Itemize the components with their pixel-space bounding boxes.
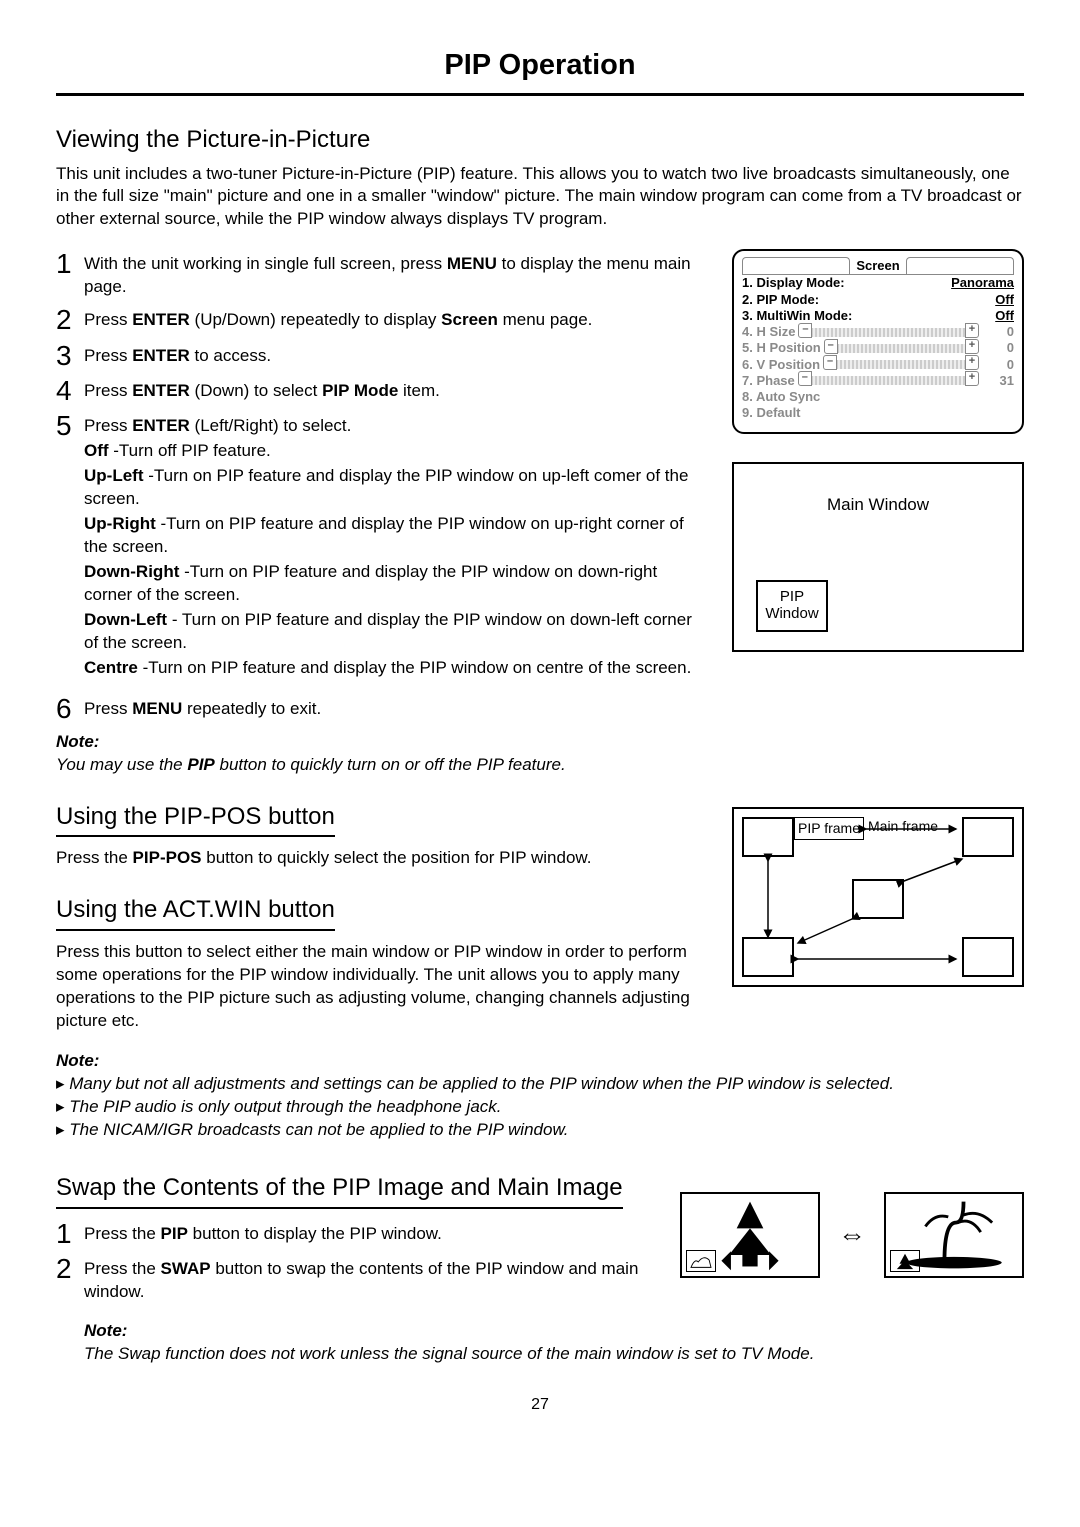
- swap-pip-thumb: [686, 1250, 716, 1272]
- swap-diagram: ⇔: [680, 1192, 1024, 1278]
- pip-slot-bl: [742, 937, 794, 977]
- main-window-label: Main Window: [734, 494, 1022, 517]
- osd-row: 3. MultiWin Mode:Off: [742, 308, 1014, 324]
- note-heading: Note:: [84, 1320, 1024, 1343]
- osd-screen-menu: Screen 1. Display Mode:Panorama2. PIP Mo…: [732, 249, 1024, 433]
- swap-pip-thumb: [890, 1250, 920, 1272]
- step-number: 4: [56, 376, 84, 405]
- swap-arrow-icon: ⇔: [838, 1216, 866, 1254]
- page-number: 27: [56, 1394, 1024, 1416]
- pip-slot-br: [962, 937, 1014, 977]
- swap-frame-right: [884, 1192, 1024, 1278]
- section-heading: Viewing the Picture-in-Picture: [56, 124, 1024, 156]
- osd-slider: [825, 344, 978, 353]
- pip-slot-center: [852, 879, 904, 919]
- osd-slider: [799, 376, 978, 385]
- step-text: Press the PIP button to display the PIP …: [84, 1219, 658, 1248]
- osd-row: 9. Default: [742, 405, 1014, 421]
- step-text: Press ENTER (Up/Down) repeatedly to disp…: [84, 305, 710, 334]
- step-text: Press ENTER to access.: [84, 341, 710, 370]
- step-number: 1: [56, 1219, 84, 1248]
- note-heading: Note:: [56, 1050, 1024, 1073]
- swap-frame-left: [680, 1192, 820, 1278]
- note-text: The Swap function does not work unless t…: [84, 1343, 1024, 1366]
- osd-row: 1. Display Mode:Panorama: [742, 275, 1014, 291]
- step-number: 2: [56, 305, 84, 334]
- pip-slot-tr: [962, 817, 1014, 857]
- actwin-text: Press this button to select either the m…: [56, 941, 710, 1033]
- step-number: 5: [56, 411, 84, 679]
- step-number: 1: [56, 249, 84, 299]
- osd-row: 2. PIP Mode:Off: [742, 292, 1014, 308]
- osd-row: 4. H Size0: [742, 324, 1014, 340]
- step-text: Press ENTER (Left/Right) to select. Off …: [84, 411, 710, 679]
- note-heading: Note:: [56, 731, 710, 754]
- section-heading-pippos: Using the PIP-POS button: [56, 801, 335, 837]
- pip-slot-tl: [742, 817, 794, 857]
- step-text: With the unit working in single full scr…: [84, 249, 710, 299]
- section-heading-actwin: Using the ACT.WIN button: [56, 894, 335, 930]
- note-text: You may use the PIP button to quickly tu…: [56, 754, 710, 777]
- osd-row: 5. H Position0: [742, 340, 1014, 356]
- main-frame-label: Main frame: [868, 817, 938, 836]
- section-viewing-pip: Viewing the Picture-in-Picture This unit…: [56, 124, 1024, 777]
- osd-title: Screen: [742, 257, 1014, 275]
- section-heading-swap: Swap the Contents of the PIP Image and M…: [56, 1172, 623, 1208]
- osd-row: 6. V Position0: [742, 357, 1014, 373]
- osd-row: 7. Phase31: [742, 373, 1014, 389]
- pip-frame-label: PIP frame: [794, 817, 864, 840]
- step-text: Press the SWAP button to swap the conten…: [84, 1254, 658, 1304]
- actwin-bullets: Many but not all adjustments and setting…: [56, 1073, 1024, 1142]
- pippos-text: Press the PIP-POS button to quickly sele…: [56, 847, 710, 870]
- step-number: 2: [56, 1254, 84, 1304]
- intro-paragraph: This unit includes a two-tuner Picture-i…: [56, 163, 1024, 232]
- pip-layout-diagram: Main Window PIP Window: [732, 462, 1024, 652]
- pip-window-label: PIP Window: [756, 580, 828, 632]
- step-number: 3: [56, 341, 84, 370]
- step-text: Press MENU repeatedly to exit.: [84, 694, 710, 723]
- pip-position-map: PIP frame Main frame: [732, 807, 1024, 987]
- step-text: Press ENTER (Down) to select PIP Mode it…: [84, 376, 710, 405]
- osd-row: 8. Auto Sync: [742, 389, 1014, 405]
- step-number: 6: [56, 694, 84, 723]
- osd-slider: [799, 328, 978, 337]
- page-title: PIP Operation: [56, 46, 1024, 96]
- osd-slider: [824, 360, 978, 369]
